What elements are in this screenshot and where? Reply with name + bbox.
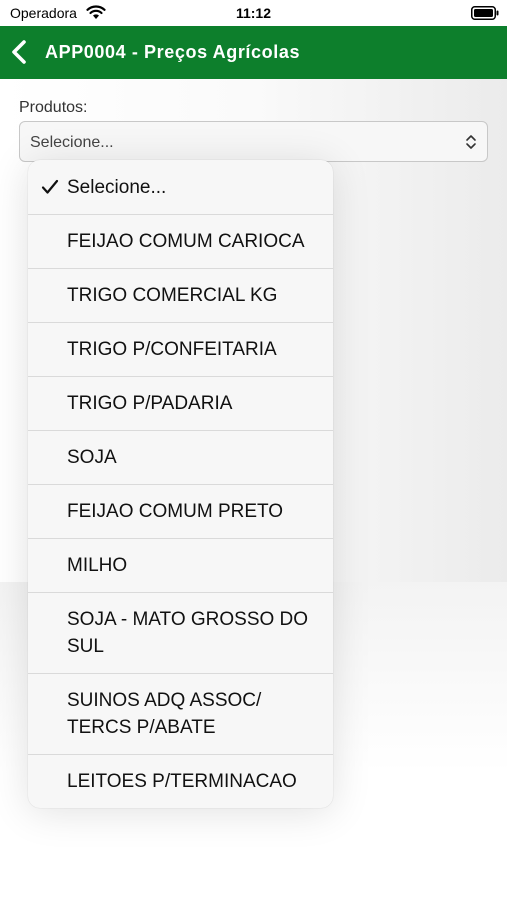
battery-icon <box>471 6 499 20</box>
check-icon <box>41 179 59 194</box>
produtos-dropdown: Selecione... FEIJAO COMUM CARIOCA TRIGO … <box>28 160 333 808</box>
option-label: SOJA <box>67 447 117 468</box>
updown-icon <box>466 135 476 149</box>
page-title: APP0004 - Preços Agrícolas <box>45 42 301 62</box>
option-label: TRIGO P/CONFEITARIA <box>67 339 277 360</box>
back-icon[interactable] <box>10 39 28 65</box>
option-trigo-confeitaria[interactable]: TRIGO P/CONFEITARIA <box>28 322 333 376</box>
option-label: MILHO <box>67 555 128 576</box>
status-bar: Operadora 11:12 <box>0 0 507 26</box>
option-label: SOJA - MATO GROSSO DO SUL <box>67 609 309 657</box>
option-label: TRIGO P/PADARIA <box>67 393 233 414</box>
option-soja[interactable]: SOJA <box>28 430 333 484</box>
option-label: FEIJAO COMUM CARIOCA <box>67 231 305 252</box>
produtos-label: Produtos: <box>19 99 88 116</box>
option-leitoes-terminacao[interactable]: LEITOES P/TERMINACAO <box>28 754 333 808</box>
option-soja-mato-grosso-do-sul[interactable]: SOJA - MATO GROSSO DO SUL <box>28 592 333 673</box>
option-suinos-adq-assoc[interactable]: SUINOS ADQ ASSOC/ TERCS P/ABATE <box>28 673 333 754</box>
option-milho[interactable]: MILHO <box>28 538 333 592</box>
option-selecione[interactable]: Selecione... <box>28 160 333 214</box>
option-label: TRIGO COMERCIAL KG <box>67 285 278 306</box>
screen: Operadora 11:12 APP0004 - Preços Agrícol… <box>0 0 507 900</box>
option-trigo-padaria[interactable]: TRIGO P/PADARIA <box>28 376 333 430</box>
status-time: 11:12 <box>235 5 272 21</box>
option-label: Selecione... <box>67 176 167 198</box>
option-label: LEITOES P/TERMINACAO <box>67 771 297 792</box>
option-feijao-comum-carioca[interactable]: FEIJAO COMUM CARIOCA <box>28 214 333 268</box>
option-trigo-comercial-kg[interactable]: TRIGO COMERCIAL KG <box>28 268 333 322</box>
option-label: FEIJAO COMUM PRETO <box>67 501 284 522</box>
option-label: SUINOS ADQ ASSOC/ TERCS P/ABATE <box>67 690 262 738</box>
option-feijao-comum-preto[interactable]: FEIJAO COMUM PRETO <box>28 484 333 538</box>
produtos-select[interactable]: Selecione... <box>19 121 488 162</box>
nav-bar: APP0004 - Preços Agrícolas <box>0 26 507 79</box>
select-value: Selecione... <box>30 134 114 151</box>
